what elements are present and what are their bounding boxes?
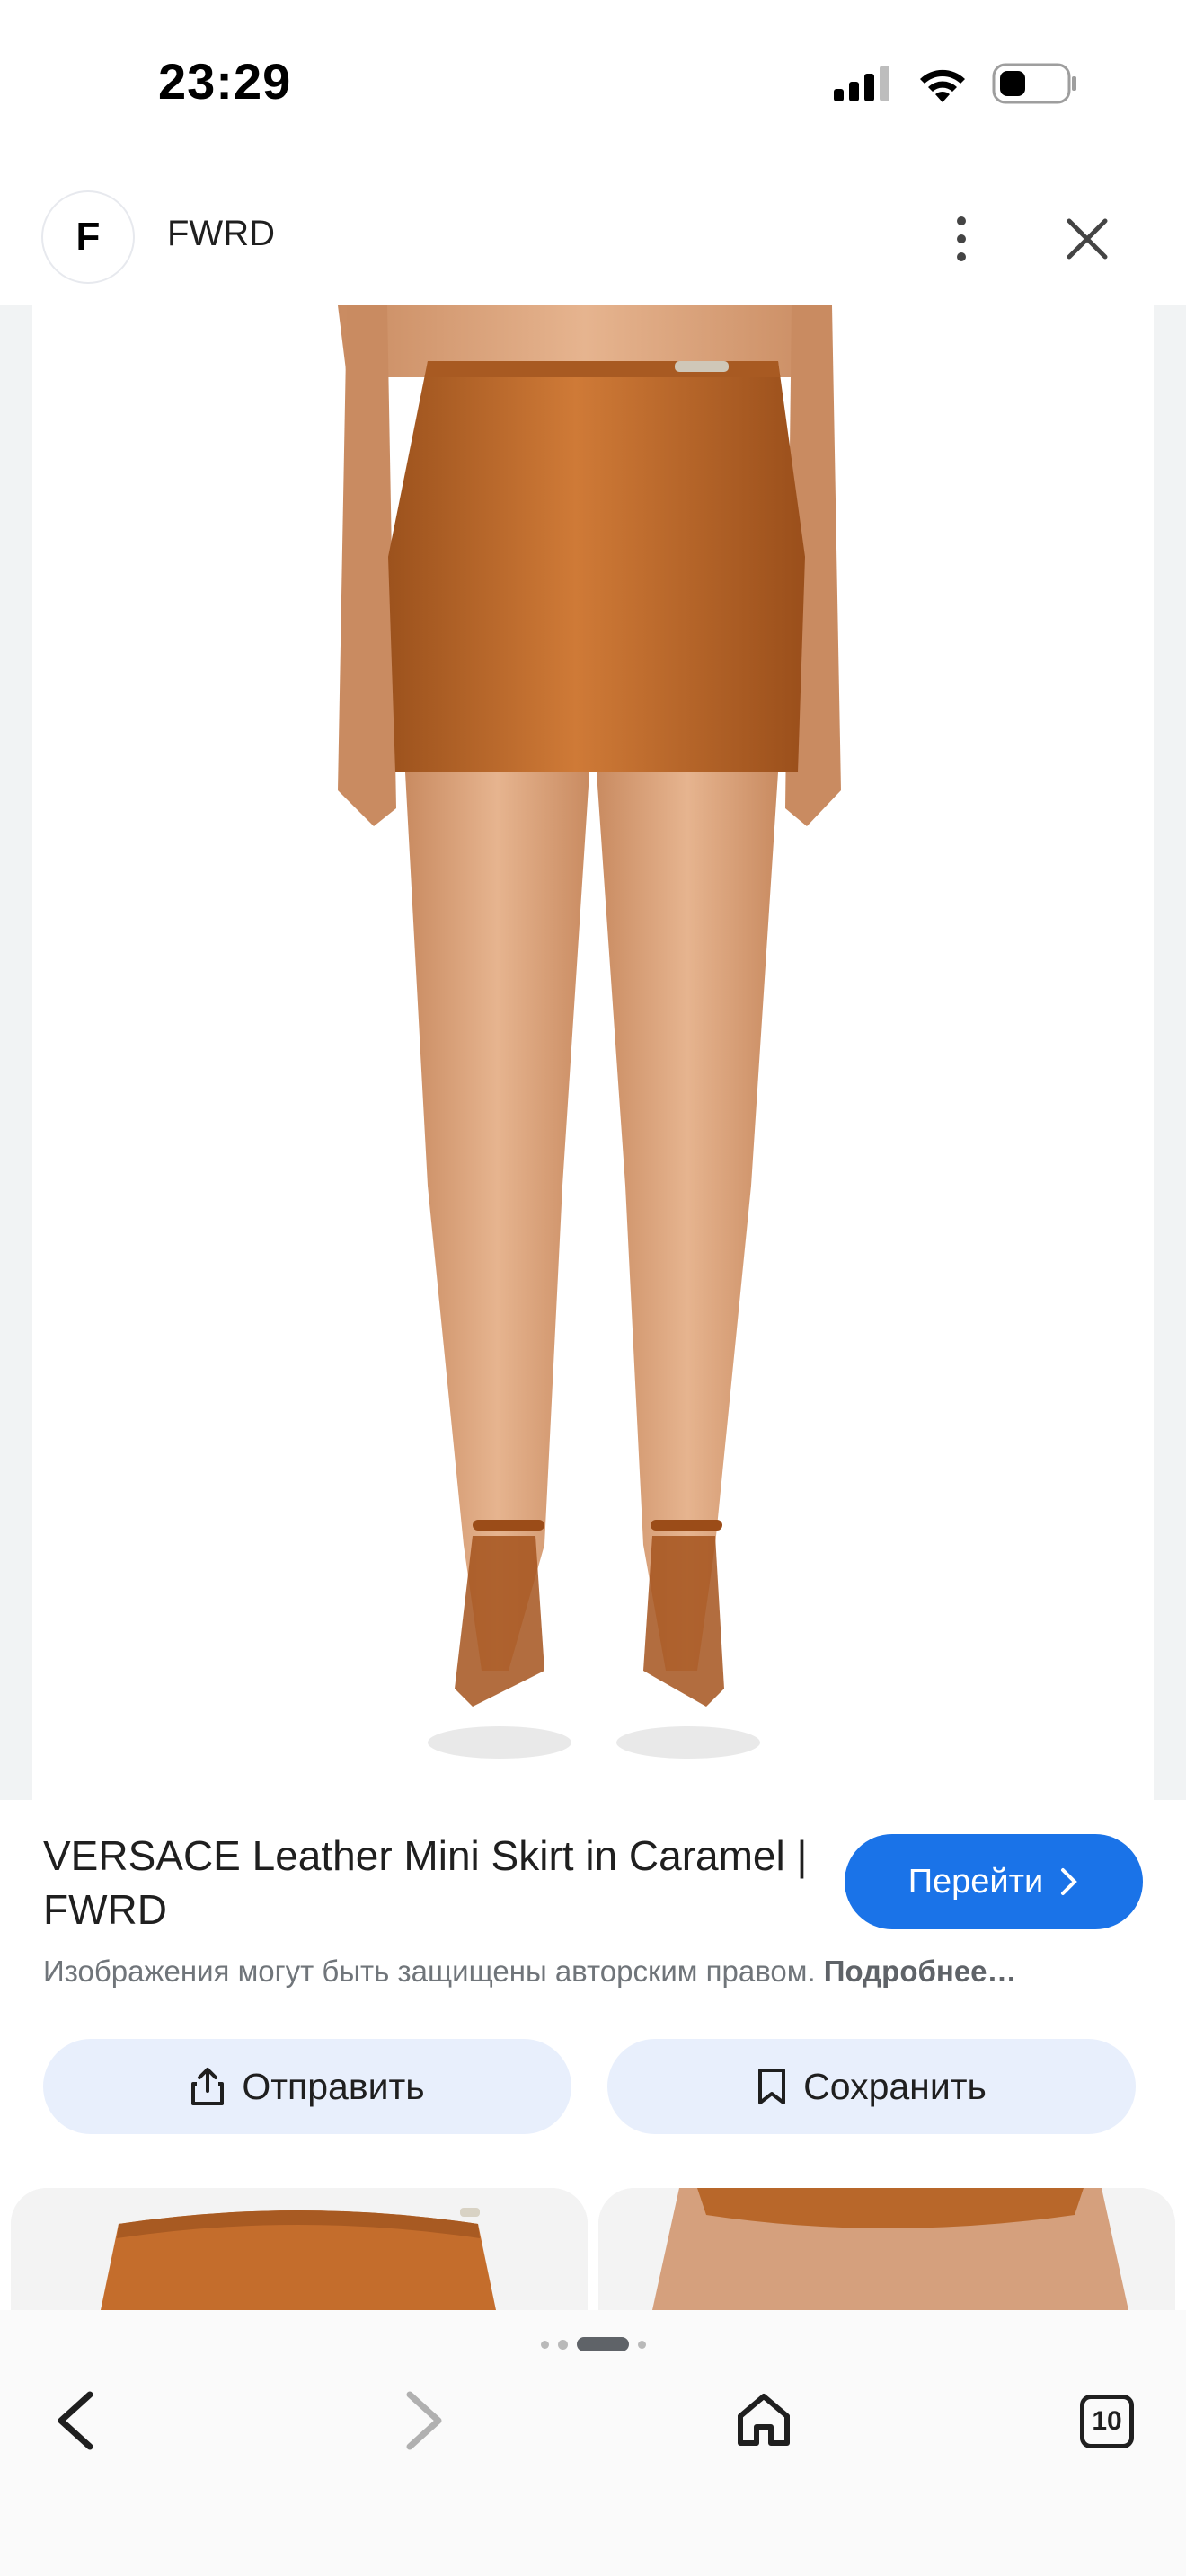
save-label: Сохранить xyxy=(803,2065,987,2107)
close-icon[interactable] xyxy=(1060,212,1114,266)
site-name[interactable]: FWRD xyxy=(167,214,275,254)
related-model-thumbnail xyxy=(598,2188,1175,2310)
more-info-link[interactable]: Подробнее… xyxy=(824,1954,1017,1988)
copyright-text: Изображения могут быть защищены авторски… xyxy=(43,1954,816,1988)
more-vert-icon xyxy=(957,216,966,225)
product-image[interactable] xyxy=(32,305,1154,1800)
save-button[interactable]: Сохранить xyxy=(607,2039,1136,2134)
forward-icon[interactable] xyxy=(395,2389,449,2452)
home-icon[interactable] xyxy=(735,2391,792,2448)
share-icon xyxy=(191,2068,225,2105)
chevron-right-icon xyxy=(1061,1868,1078,1895)
cellular-icon xyxy=(834,66,890,101)
status-icons xyxy=(834,63,1078,104)
related-skirt-thumbnail xyxy=(11,2188,588,2310)
back-icon[interactable] xyxy=(50,2389,104,2452)
page-indicator xyxy=(0,2337,1186,2351)
site-initial: F xyxy=(62,211,114,263)
site-favicon[interactable]: F xyxy=(43,192,133,282)
wifi-icon xyxy=(920,69,965,102)
tabs-icon[interactable]: 10 xyxy=(1080,2395,1134,2448)
share-label: Отправить xyxy=(242,2065,425,2107)
status-time: 23:29 xyxy=(158,53,292,110)
copyright-notice: Изображения могут быть защищены авторски… xyxy=(43,1954,1148,1989)
more-options-button[interactable] xyxy=(934,203,988,275)
bookmark-icon xyxy=(758,2069,786,2104)
battery-icon xyxy=(992,63,1076,104)
skirt-illustration xyxy=(338,305,841,1759)
related-image-1[interactable] xyxy=(11,2188,588,2310)
share-button[interactable]: Отправить xyxy=(43,2039,571,2134)
related-image-2[interactable] xyxy=(598,2188,1175,2310)
visit-label: Перейти xyxy=(907,1862,1044,1901)
visit-button[interactable]: Перейти xyxy=(845,1834,1143,1929)
result-title[interactable]: VERSACE Leather Mini Skirt in Caramel | … xyxy=(43,1829,834,1936)
